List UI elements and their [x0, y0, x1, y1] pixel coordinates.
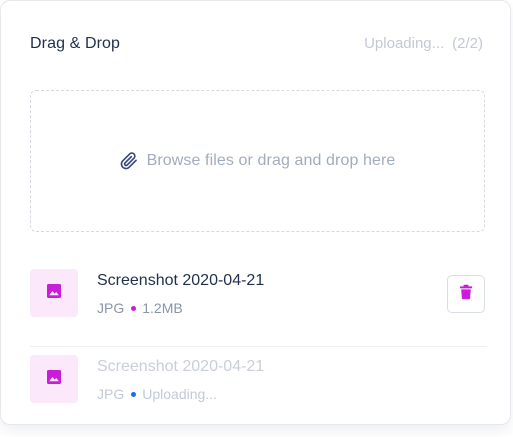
row-divider: [30, 346, 487, 347]
file-size: 1.2MB: [142, 300, 183, 316]
image-icon: [46, 369, 62, 390]
upload-status-label: Uploading...: [364, 35, 445, 52]
file-row: Screenshot 2020-04-21 JPG Uploading...: [30, 351, 486, 407]
file-type: JPG: [97, 300, 125, 316]
status-dot: [131, 305, 137, 311]
file-meta: JPG 1.2MB: [97, 299, 183, 317]
file-meta: JPG Uploading...: [97, 385, 217, 403]
image-icon: [46, 283, 62, 304]
file-thumbnail: [30, 269, 78, 317]
dropzone-prompt: Browse files or drag and drop here: [146, 152, 396, 169]
paperclip-icon: [120, 152, 138, 170]
delete-file-button[interactable]: [447, 275, 485, 313]
file-name: Screenshot 2020-04-21: [97, 272, 265, 289]
upload-status-count: (2/2): [452, 35, 483, 52]
file-row: Screenshot 2020-04-21 JPG 1.2MB: [30, 265, 486, 321]
status-dot: [131, 391, 137, 397]
card-title: Drag & Drop: [30, 35, 121, 52]
file-dropzone[interactable]: Browse files or drag and drop here: [30, 90, 485, 232]
file-name: Screenshot 2020-04-21: [97, 358, 265, 375]
trash-icon: [459, 284, 473, 305]
file-thumbnail: [30, 355, 78, 403]
upload-progress-text: Uploading...: [142, 386, 217, 402]
upload-card: Drag & Drop Uploading... (2/2) Browse fil…: [0, 0, 511, 425]
upload-status: Uploading... (2/2): [364, 35, 483, 53]
file-type: JPG: [97, 386, 125, 402]
